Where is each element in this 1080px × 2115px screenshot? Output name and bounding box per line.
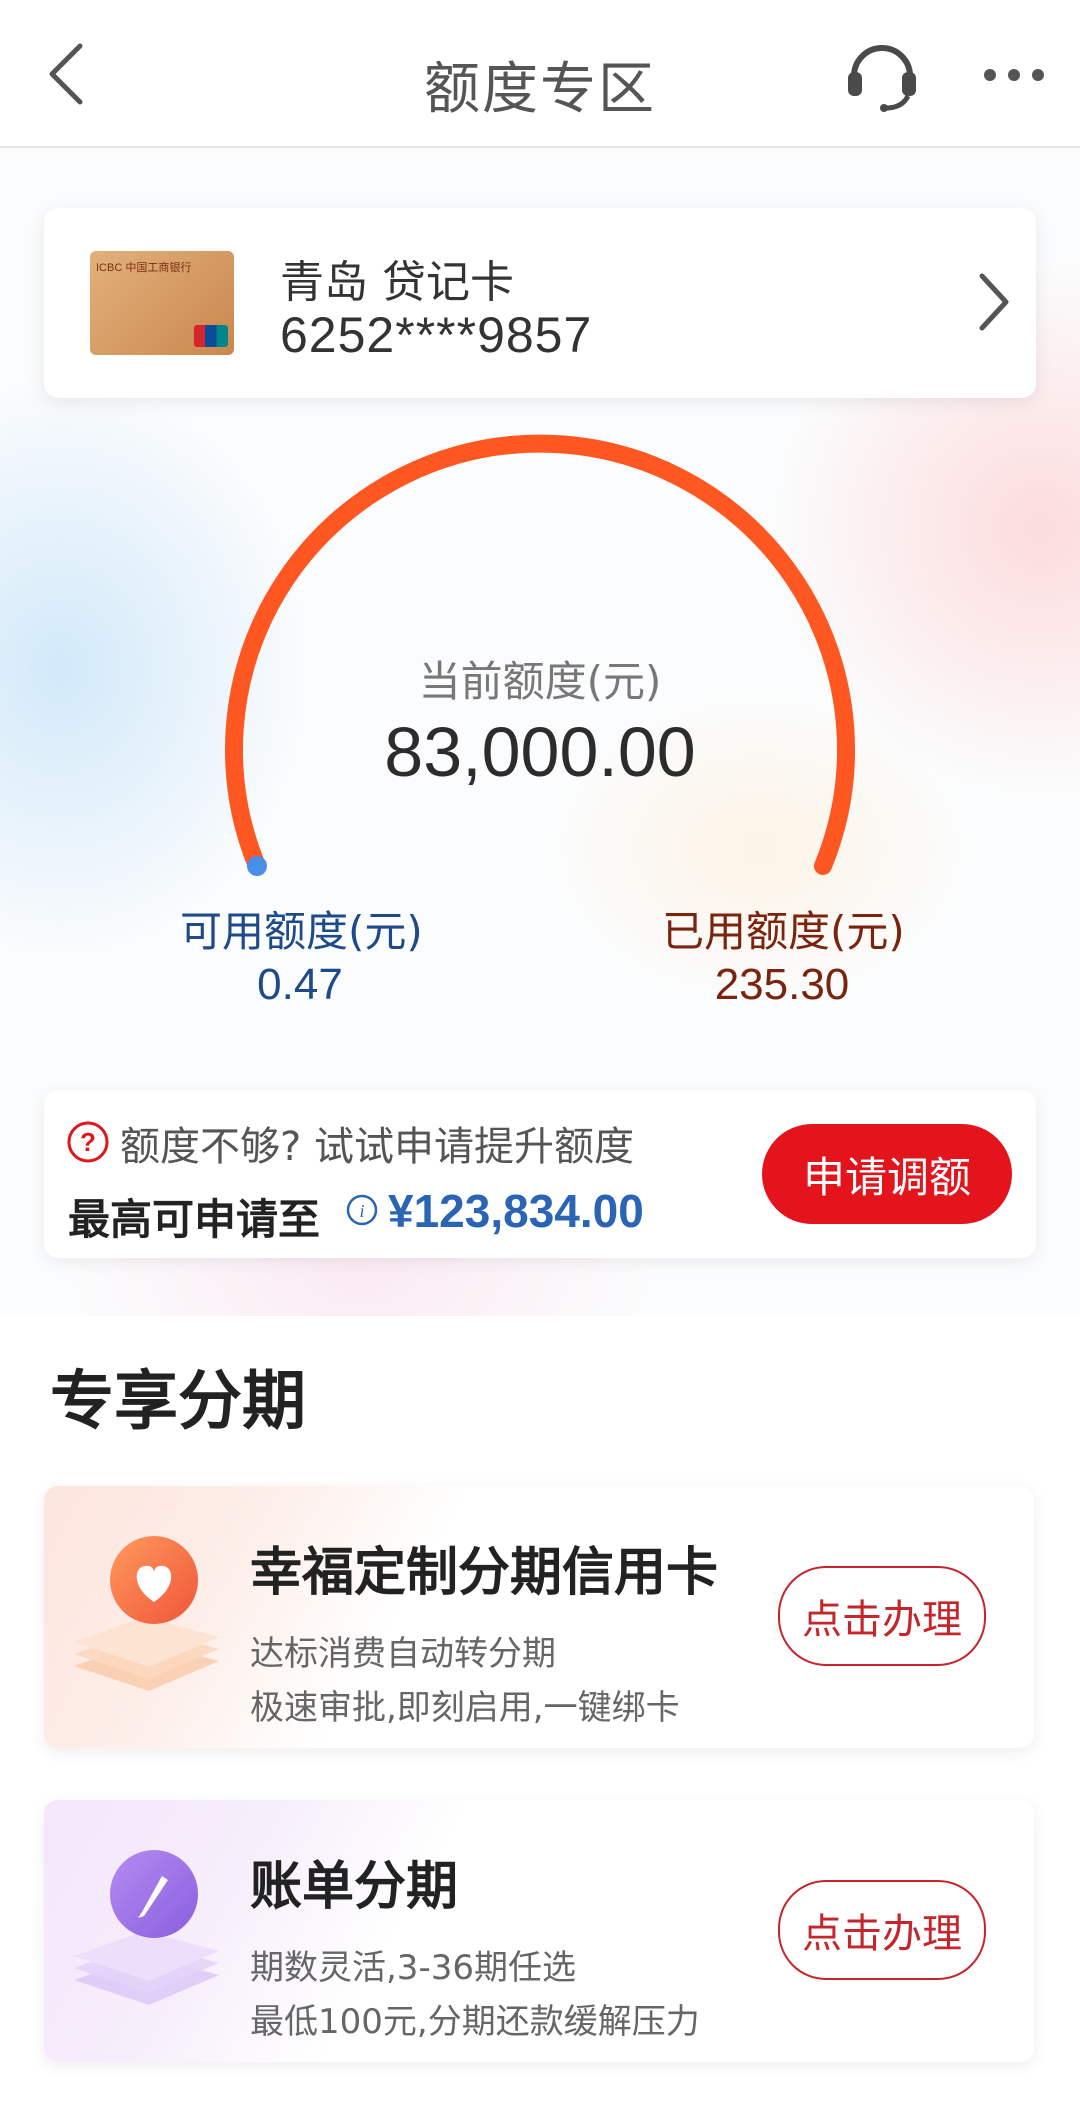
current-limit-value: 83,000.00 bbox=[384, 713, 696, 791]
card-number: 6252****9857 bbox=[280, 307, 593, 363]
used-limit-value: 235.30 bbox=[714, 960, 850, 1009]
installment-card-happiness[interactable]: 幸福定制分期信用卡 达标消费自动转分期 极速审批,即刻启用,一键绑卡 点击办理 bbox=[44, 1486, 1034, 1748]
svg-text:?: ? bbox=[80, 1127, 96, 1157]
info-icon[interactable]: i bbox=[346, 1194, 378, 1226]
bank-logo: ICBC 中国工商银行 bbox=[96, 262, 192, 274]
installment-desc-2: 极速审批,即刻启用,一键绑卡 bbox=[250, 1688, 680, 1728]
more-icon[interactable] bbox=[980, 60, 1048, 90]
card-selector[interactable]: ICBC 中国工商银行 青岛 贷记卡 6252****9857 bbox=[44, 208, 1036, 398]
installment-desc-2: 最低100元,分期还款缓解压力 bbox=[250, 2002, 700, 2042]
apply-now-button[interactable]: 点击办理 bbox=[778, 1566, 986, 1666]
installment-card-bill[interactable]: 账单分期 期数灵活,3-36期任选 最低100元,分期还款缓解压力 点击办理 bbox=[44, 1800, 1034, 2062]
apply-adjust-button[interactable]: 申请调额 bbox=[762, 1124, 1012, 1224]
app-header: 额度专区 bbox=[0, 0, 1080, 148]
limit-overview: ICBC 中国工商银行 青岛 贷记卡 6252****9857 当前额度(元) … bbox=[0, 148, 1080, 1316]
question-icon: ? bbox=[67, 1121, 109, 1163]
installment-title: 幸福定制分期信用卡 bbox=[250, 1543, 719, 1603]
apply-now-button[interactable]: 点击办理 bbox=[778, 1880, 986, 1980]
pencil-icon bbox=[74, 1850, 219, 2005]
svg-text:i: i bbox=[359, 1201, 364, 1221]
headset-icon[interactable] bbox=[842, 34, 922, 114]
raise-limit-panel: ? 额度不够? 试试申请提升额度 最高可申请至 i ¥123,834.00 申请… bbox=[44, 1090, 1036, 1258]
current-limit-label: 当前额度(元) bbox=[418, 657, 662, 706]
installment-desc-1: 达标消费自动转分期 bbox=[250, 1634, 556, 1674]
unionpay-logo bbox=[194, 325, 228, 347]
installment-desc-1: 期数灵活,3-36期任选 bbox=[250, 1948, 576, 1988]
max-apply-value: ¥123,834.00 bbox=[388, 1185, 644, 1237]
available-limit-label: 可用额度(元) bbox=[180, 907, 423, 956]
available-limit-value: 0.47 bbox=[257, 960, 343, 1009]
heart-icon bbox=[74, 1536, 219, 1691]
chevron-right-icon bbox=[979, 273, 1009, 331]
installment-title: 账单分期 bbox=[250, 1857, 459, 1917]
card-name: 青岛 贷记卡 bbox=[280, 257, 514, 308]
max-apply-label: 最高可申请至 bbox=[68, 1195, 321, 1244]
section-title-installments: 专享分期 bbox=[50, 1365, 306, 1439]
raise-limit-hint: 额度不够? 试试申请提升额度 bbox=[120, 1124, 634, 1170]
card-thumbnail: ICBC 中国工商银行 bbox=[90, 251, 234, 355]
gauge-indicator bbox=[247, 856, 267, 876]
used-limit-label: 已用额度(元) bbox=[662, 907, 905, 956]
